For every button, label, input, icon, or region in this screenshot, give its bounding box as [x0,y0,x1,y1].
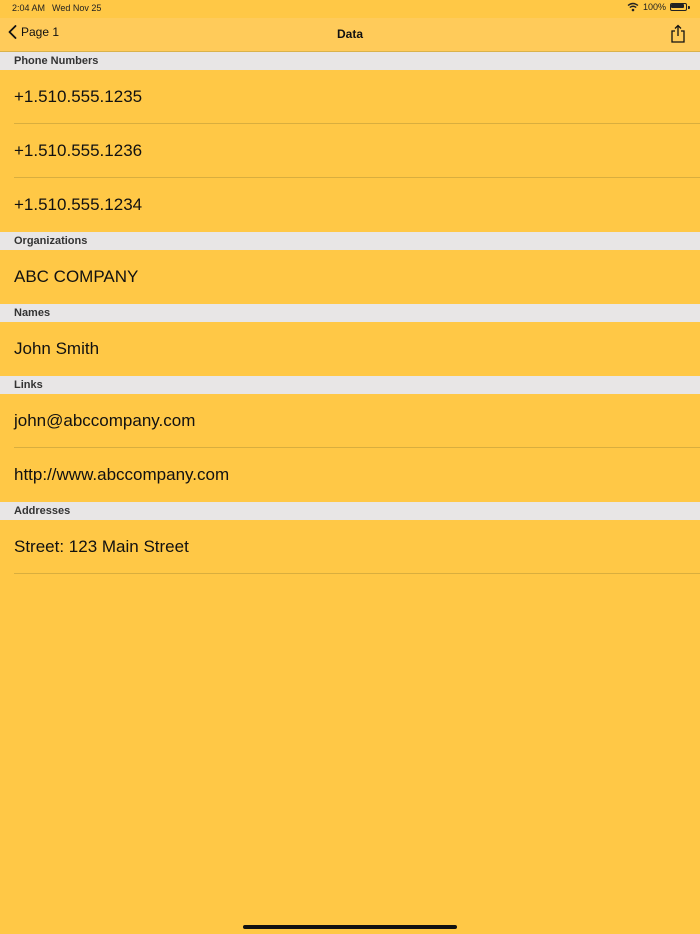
list-item-name[interactable]: John Smith [0,322,700,376]
navigation-bar: Page 1 Data [0,18,700,52]
battery-icon [670,2,690,12]
list-item-text: ABC COMPANY [14,267,139,286]
list-item-text: +1.510.555.1235 [14,87,143,106]
share-icon [670,24,686,48]
page-title: Data [336,27,363,41]
list-item-text: +1.510.555.1236 [14,141,143,160]
section-header-addresses: Addresses [0,502,700,520]
battery-percent: 100% [642,2,666,12]
list-item-phone[interactable]: +1.510.555.1236 [0,124,700,178]
list-item-text: John Smith [14,339,100,358]
list-item-text: http://www.abccompany.com [14,465,230,484]
list-item-text: +1.510.555.1234 [14,195,143,214]
list-item-phone[interactable]: +1.510.555.1235 [0,70,700,124]
section-header-phone-numbers: Phone Numbers [0,52,700,70]
list-item-address[interactable]: Street: 123 Main Street [0,520,700,574]
status-time: 2:04 AM [12,3,46,13]
home-indicator[interactable] [243,925,457,929]
list-item-organization[interactable]: ABC COMPANY [0,250,700,304]
list-item-link[interactable]: john@abccompany.com [0,394,700,448]
list-item-link[interactable]: http://www.abccompany.com [0,448,700,502]
section-header-organizations: Organizations [0,232,700,250]
status-indicators: 100% [627,2,690,12]
section-header-names: Names [0,304,700,322]
list-item-text: Street: 123 Main Street [14,537,189,556]
status-bar: 2:04 AM Wed Nov 25 100% [0,0,700,18]
status-date: Wed Nov 25 [52,3,102,13]
data-list: Phone Numbers +1.510.555.1235 +1.510.555… [0,52,700,574]
list-item-text: john@abccompany.com [14,411,196,430]
section-header-links: Links [0,376,700,394]
list-item-phone[interactable]: +1.510.555.1234 [0,178,700,232]
share-button[interactable] [670,24,686,44]
wifi-icon [627,2,639,12]
